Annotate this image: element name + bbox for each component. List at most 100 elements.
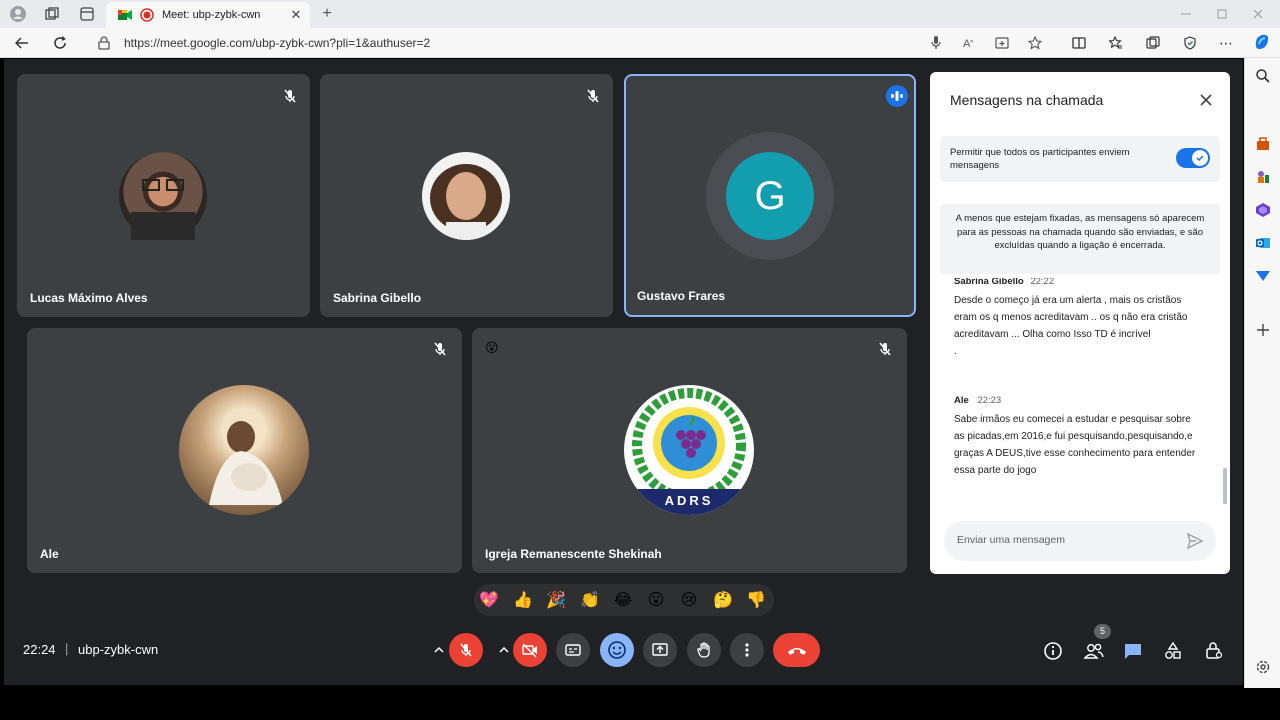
hang-up-icon <box>787 648 806 655</box>
app-available-icon[interactable] <box>994 35 1010 51</box>
tab-actions-icon[interactable] <box>79 6 95 22</box>
lock-icon[interactable] <box>96 35 112 51</box>
reaction-thinking[interactable]: 🤔 <box>710 590 736 610</box>
participant-tile[interactable]: 😮 ADRS Igreja Remanescente Shekinah <box>472 328 907 573</box>
more-vert-icon <box>745 643 749 657</box>
participant-tile[interactable]: Sabrina Gibello <box>320 74 613 317</box>
participant-tile-active[interactable]: G Gustavo Frares <box>624 74 916 317</box>
chat-panel: Mensagens na chamada Permitir que todos … <box>930 72 1230 574</box>
meeting-details-icon[interactable] <box>1043 641 1063 661</box>
read-aloud-icon[interactable]: A» <box>961 35 977 51</box>
profile-icon[interactable] <box>10 6 26 22</box>
close-window-icon[interactable] <box>1250 6 1266 22</box>
active-tab[interactable]: Meet: ubp-zybk-cwn ✕ <box>106 2 310 28</box>
speaking-indicator-icon <box>886 85 908 107</box>
back-icon[interactable] <box>14 35 30 51</box>
notice-text: A menos que estejam fixadas, as mensagen… <box>955 213 1205 251</box>
collections-icon[interactable] <box>1145 35 1161 51</box>
message-time: 22:22 <box>1030 278 1055 287</box>
participant-tile[interactable]: Lucas Máximo Alves <box>17 74 310 317</box>
more-options-icon[interactable]: ⋯ <box>1218 35 1234 51</box>
reaction-thumbs-down[interactable]: 👎 <box>743 590 769 610</box>
more-options-button[interactable] <box>730 633 764 667</box>
svg-text:»: » <box>970 39 974 45</box>
present-icon <box>652 643 668 656</box>
audio-options-chevron-icon[interactable] <box>432 643 446 657</box>
leave-call-button[interactable] <box>773 633 820 667</box>
mic-permission-icon[interactable] <box>928 35 944 51</box>
reaction-clap[interactable]: 👏 <box>577 590 603 610</box>
close-tab-icon[interactable]: ✕ <box>288 7 304 23</box>
organization-logo: ADRS <box>624 385 754 515</box>
message-text: Desde o começo já era um alerta , mais o… <box>954 295 1188 340</box>
message-input-box[interactable]: Enviar uma mensagem <box>944 521 1216 561</box>
people-icon[interactable] <box>1083 641 1105 661</box>
participant-avatar-initial: G <box>726 152 814 240</box>
workspaces-icon[interactable] <box>44 6 60 22</box>
browser-essentials-icon[interactable] <box>1182 35 1198 51</box>
close-icon[interactable] <box>1196 90 1216 110</box>
participant-reaction-emoji: 😮 <box>485 340 499 355</box>
camera-off-icon <box>522 643 537 658</box>
chat-icon[interactable] <box>1123 641 1143 661</box>
url-text[interactable]: https://meet.google.com/ubp-zybk-cwn?pli… <box>124 36 430 50</box>
games-icon[interactable] <box>1255 202 1271 218</box>
restore-icon[interactable] <box>1214 6 1230 22</box>
camera-toggle-button[interactable] <box>513 633 547 667</box>
mic-toggle-button[interactable] <box>449 633 483 667</box>
participant-name: Ale <box>40 547 59 561</box>
favorites-icon[interactable] <box>1108 35 1124 51</box>
mic-off-icon <box>460 643 472 657</box>
participant-name: Sabrina Gibello <box>333 291 422 305</box>
meet-logo-icon <box>118 8 132 22</box>
message-author: Ale <box>954 395 969 406</box>
edge-sidebar <box>1244 58 1280 688</box>
favorite-star-icon[interactable] <box>1027 35 1043 51</box>
send-message-icon[interactable] <box>1186 532 1204 550</box>
mic-off-icon <box>876 340 894 358</box>
reload-icon[interactable] <box>52 35 68 51</box>
check-icon <box>1192 150 1208 166</box>
emoji-reactions-button[interactable] <box>600 633 634 667</box>
host-controls-icon[interactable] <box>1204 640 1224 660</box>
participant-name: Gustavo Frares <box>637 289 726 303</box>
split-screen-icon[interactable] <box>1071 35 1087 51</box>
settings-icon[interactable] <box>1255 659 1271 675</box>
participant-avatar-photo <box>179 385 309 515</box>
present-screen-button[interactable] <box>643 633 677 667</box>
minimize-icon[interactable] <box>1178 6 1194 22</box>
reaction-party[interactable]: 🎉 <box>543 590 569 610</box>
message-text-extra: . <box>954 346 957 357</box>
send-icon[interactable] <box>1255 268 1271 284</box>
tools-icon[interactable] <box>1255 169 1271 185</box>
message-list[interactable]: Sabrina Gibello 22:22 Desde o começo já … <box>930 278 1230 516</box>
participant-name: Lucas Máximo Alves <box>30 291 148 305</box>
message-author: Sabrina Gibello <box>954 278 1024 287</box>
reaction-surprised[interactable]: 😮 <box>643 590 669 610</box>
browser-tab-bar: Meet: ubp-zybk-cwn ✕ + <box>0 0 1280 28</box>
new-tab-button[interactable]: + <box>318 5 336 23</box>
reaction-sad[interactable]: 😢 <box>676 590 702 610</box>
participant-tile[interactable]: Ale <box>27 328 462 573</box>
notice-box: A menos que estejam fixadas, as mensagen… <box>940 204 1220 274</box>
activities-icon[interactable] <box>1163 641 1183 661</box>
shopping-icon[interactable] <box>1255 136 1271 152</box>
mic-off-icon <box>584 87 602 105</box>
participant-avatar-photo <box>422 152 510 240</box>
permission-toggle[interactable] <box>1176 148 1210 168</box>
tab-title: Meet: ubp-zybk-cwn <box>162 9 261 21</box>
video-options-chevron-icon[interactable] <box>497 643 511 657</box>
chat-scrollbar[interactable] <box>1223 468 1227 504</box>
copilot-icon[interactable] <box>1252 32 1272 52</box>
search-icon[interactable] <box>1255 68 1271 84</box>
message-input[interactable]: Enviar uma mensagem <box>957 534 1065 546</box>
reaction-heart[interactable]: 💖 <box>476 590 502 610</box>
mic-off-icon <box>431 340 449 358</box>
raise-hand-button[interactable] <box>687 633 721 667</box>
outlook-icon[interactable] <box>1255 235 1271 251</box>
add-sidebar-icon[interactable] <box>1255 322 1271 338</box>
reaction-laugh[interactable]: 😂 <box>610 590 636 610</box>
captions-button[interactable] <box>556 633 590 667</box>
participants-count-badge: 5 <box>1094 624 1111 639</box>
reaction-thumbs-up[interactable]: 👍 <box>510 590 536 610</box>
